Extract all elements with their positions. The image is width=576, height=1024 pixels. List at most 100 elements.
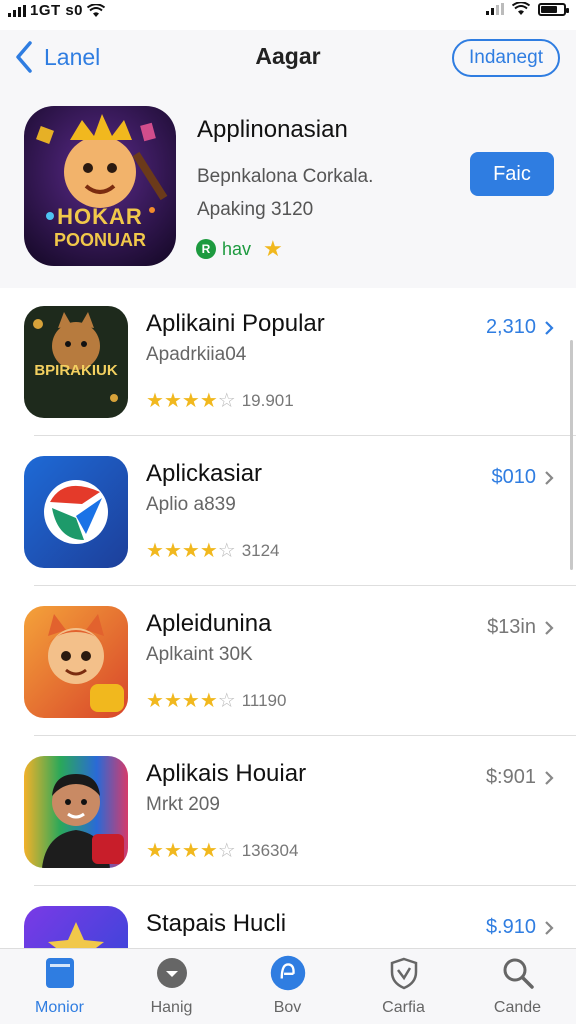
rating-count: 19.901 bbox=[241, 390, 294, 410]
chevron-right-icon bbox=[545, 320, 554, 335]
star-icon: ★ bbox=[199, 390, 218, 412]
star-icon: ★ bbox=[146, 390, 164, 412]
featured-icon-title-2: POONUAR bbox=[53, 230, 146, 250]
app-icon[interactable] bbox=[24, 456, 128, 568]
list-item[interactable]: Aplikais Houiar Mrkt 209 ★ ★ ★ ★ ☆ 136304 $:… bbox=[0, 738, 576, 886]
app-name: Aplickasiar bbox=[146, 460, 263, 487]
tab-label: Hanig bbox=[150, 999, 193, 1016]
divider bbox=[34, 585, 576, 586]
price-label: $13in bbox=[487, 616, 536, 638]
tab-monior[interactable]: Monior bbox=[2, 955, 117, 1021]
cell-signal-icon bbox=[486, 3, 504, 15]
tab-hanig[interactable]: Hanig bbox=[114, 955, 229, 1021]
app-subtitle: Apadrkiia04 bbox=[146, 344, 247, 365]
navigation-bar: Lanel Aagar Indanegt bbox=[0, 30, 576, 86]
star-icon: ★ bbox=[199, 840, 218, 862]
tab-label: Monior bbox=[35, 999, 84, 1016]
star-icon: ★ bbox=[199, 540, 218, 562]
wifi-icon bbox=[87, 3, 106, 17]
shield-icon bbox=[386, 955, 422, 991]
app-name: Aplikaini Popular bbox=[146, 310, 325, 337]
price-button[interactable]: $:901 bbox=[486, 766, 554, 789]
divider bbox=[34, 885, 576, 886]
star-icon: ★ bbox=[263, 236, 283, 261]
star-outline-icon: ☆ bbox=[217, 540, 236, 562]
featured-badge-label: hav bbox=[222, 238, 252, 259]
rating-stars: ★ ★ ★ ★ ☆ 136304 bbox=[146, 838, 298, 863]
star-icon: ★ bbox=[146, 840, 164, 862]
app-store-icon bbox=[42, 955, 78, 991]
tab-bov[interactable]: Bov bbox=[230, 955, 345, 1021]
price-button[interactable]: $.910 bbox=[486, 916, 554, 939]
search-icon bbox=[500, 955, 536, 991]
price-label: $010 bbox=[491, 466, 537, 488]
circle-badge-icon bbox=[154, 955, 190, 991]
rating-count: 136304 bbox=[241, 840, 299, 860]
list-item[interactable]: Apleidunina Aplkaint 30K ★ ★ ★ ★ ☆ 11190 $13… bbox=[0, 588, 576, 736]
star-icon: ★ bbox=[181, 690, 200, 712]
price-label: $:901 bbox=[485, 766, 536, 788]
tab-cande[interactable]: Cande bbox=[460, 955, 575, 1021]
app-icon[interactable] bbox=[24, 606, 128, 718]
star-icon: ★ bbox=[163, 540, 182, 562]
tab-label: Bov bbox=[273, 999, 302, 1016]
signal-icon bbox=[8, 4, 26, 17]
price-label: 2,310 bbox=[485, 316, 536, 338]
status-bar: 1GT s0 bbox=[0, 0, 576, 22]
star-outline-icon: ☆ bbox=[217, 690, 236, 712]
price-label: $.910 bbox=[485, 916, 536, 938]
app-icon-title: BPIRAKIUK bbox=[34, 362, 118, 379]
blue-circle-icon bbox=[270, 955, 306, 991]
star-outline-icon: ☆ bbox=[217, 390, 236, 412]
chevron-right-icon bbox=[545, 920, 554, 935]
chevron-right-icon bbox=[545, 770, 554, 785]
status-right bbox=[486, 2, 569, 16]
featured-app-name: Applinonasian bbox=[197, 116, 348, 143]
rating-stars: ★ ★ ★ ★ ☆ 19.901 bbox=[146, 388, 294, 413]
star-outline-icon: ☆ bbox=[217, 840, 236, 862]
star-icon: ★ bbox=[163, 840, 182, 862]
verified-icon: R bbox=[196, 239, 216, 259]
star-icon: ★ bbox=[181, 840, 200, 862]
tab-carfia[interactable]: Carfia bbox=[346, 955, 461, 1021]
rating-count: 3124 bbox=[241, 540, 280, 560]
price-button[interactable]: $010 bbox=[492, 466, 555, 489]
tab-label: Cande bbox=[493, 999, 542, 1016]
chevron-right-icon bbox=[545, 470, 554, 485]
chevron-right-icon bbox=[545, 620, 554, 635]
app-icon[interactable]: BPIRAKIUK bbox=[24, 306, 128, 418]
rating-count: 11190 bbox=[241, 690, 287, 710]
featured-app-subtitle: Bepnkalona Corkala. bbox=[197, 166, 374, 187]
featured-icon-title-1: HOKAR bbox=[57, 204, 143, 229]
nav-pill-button[interactable]: Indanegt bbox=[452, 39, 560, 77]
app-name: Apleidunina bbox=[146, 610, 272, 637]
list-item[interactable]: BPIRAKIUK Aplikaini Popular Apadrkiia04 … bbox=[0, 288, 576, 436]
star-icon: ★ bbox=[199, 690, 218, 712]
app-subtitle: Aplio a839 bbox=[146, 494, 236, 515]
rating-stars: ★ ★ ★ ★ ☆ 11190 bbox=[146, 688, 286, 713]
tab-label: Carfia bbox=[382, 999, 425, 1016]
wifi-icon bbox=[512, 2, 530, 15]
star-icon: ★ bbox=[181, 540, 200, 562]
price-button[interactable]: 2,310 bbox=[486, 316, 554, 339]
get-button[interactable]: Faic bbox=[470, 152, 554, 196]
status-left: 1GT s0 bbox=[8, 2, 106, 19]
divider bbox=[34, 735, 576, 736]
featured-app[interactable]: HOKAR POONUAR Applinonasian Bepnkalona C… bbox=[0, 86, 576, 288]
list-item[interactable]: Aplickasiar Aplio a839 ★ ★ ★ ★ ☆ 3124 $010 bbox=[0, 438, 576, 586]
featured-app-meta: Apaking 3120 bbox=[197, 199, 314, 220]
scroll-indicator[interactable] bbox=[570, 340, 573, 570]
featured-app-icon[interactable]: HOKAR POONUAR bbox=[24, 106, 176, 266]
app-name: Stapais Hucli bbox=[146, 910, 287, 937]
rating-stars: ★ ★ ★ ★ ☆ 3124 bbox=[146, 538, 280, 563]
app-subtitle: Aplkaint 30K bbox=[146, 644, 253, 665]
price-button[interactable]: $13in bbox=[487, 616, 554, 639]
tab-bar: Monior Hanig Bov Carfia Cande bbox=[0, 948, 576, 1024]
star-icon: ★ bbox=[163, 690, 182, 712]
app-name: Aplikais Houiar bbox=[146, 760, 307, 787]
app-subtitle: Mrkt 209 bbox=[146, 794, 220, 815]
star-icon: ★ bbox=[146, 540, 164, 562]
app-icon[interactable] bbox=[24, 756, 128, 868]
battery-icon bbox=[538, 2, 569, 16]
carrier-label: 1GT s0 bbox=[30, 2, 84, 19]
